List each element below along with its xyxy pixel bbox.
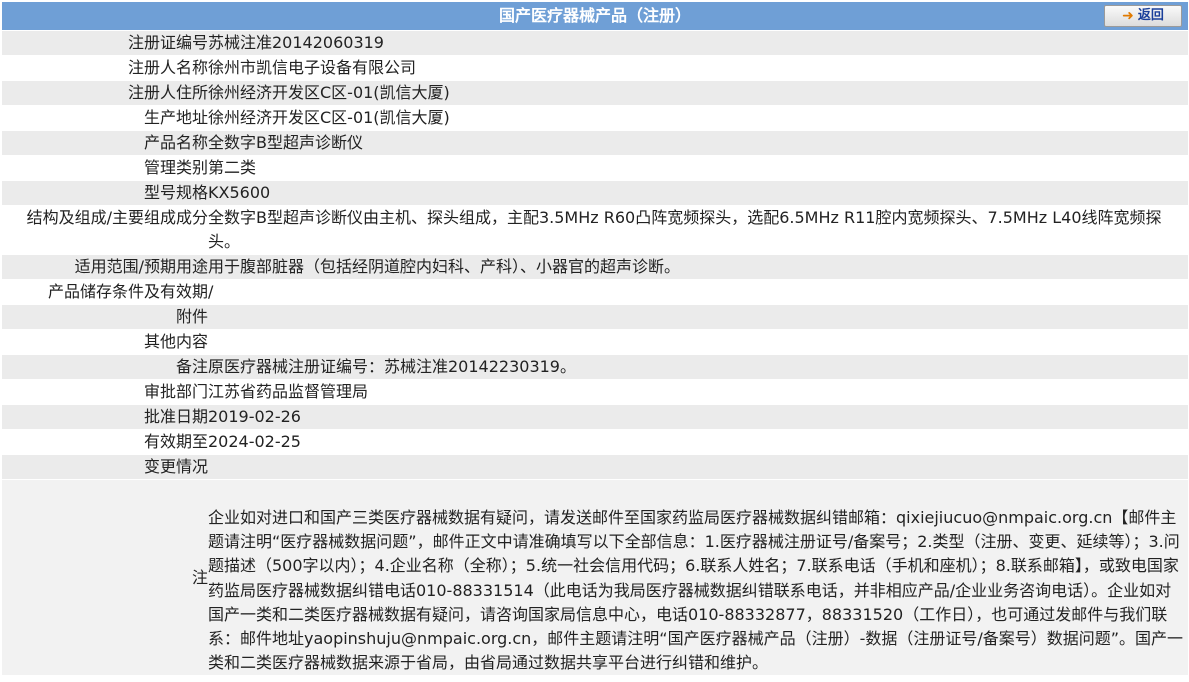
field-label: 产品名称 [2,130,208,156]
table-row: 有效期至 2024-02-25 [2,429,1188,455]
field-value: 2019-02-26 [208,404,1188,430]
field-value: 徐州经济开发区C区-01(凯信大厦) [208,105,1188,131]
field-label: 注册证编号 [2,31,208,56]
field-value: / [208,279,1188,305]
field-value: 全数字B型超声诊断仪由主机、探头组成，主配3.5MHz R60凸阵宽频探头，选配… [208,205,1188,255]
field-label: 型号规格 [2,180,208,206]
field-label: 附件 [2,304,208,330]
table-row: 其他内容 [2,329,1188,355]
back-button[interactable]: ➜ 返回 [1104,5,1182,27]
table-row: 产品名称 全数字B型超声诊断仪 [2,130,1188,156]
table-row: 管理类别 第二类 [2,155,1188,181]
field-value: 全数字B型超声诊断仪 [208,130,1188,156]
field-value: 2024-02-25 [208,429,1188,455]
field-label: 批准日期 [2,404,208,430]
table-row: 变更情况 [2,454,1188,480]
field-value [208,304,1188,330]
table-row: 注册人名称 徐州市凯信电子设备有限公司 [2,55,1188,81]
table-row: 产品储存条件及有效期 / [2,279,1188,305]
note-text: 企业如对进口和国产三类医疗器械数据有疑问，请发送邮件至国家药监局医疗器械数据纠错… [208,508,1184,673]
field-label: 产品储存条件及有效期 [2,279,208,305]
field-value [208,329,1188,355]
field-label: 管理类别 [2,155,208,181]
table-row: 备注 原医疗器械注册证编号：苏械注准20142230319。 [2,354,1188,380]
table-row: 注册证编号 苏械注准20142060319 [2,31,1188,56]
field-label: 适用范围/预期用途 [2,254,208,280]
field-value [208,454,1188,480]
table-row: 结构及组成/主要组成成分 全数字B型超声诊断仪由主机、探头组成，主配3.5MHz … [2,205,1188,255]
page-header: 国产医疗器械产品（注册） ➜ 返回 [2,2,1188,30]
field-label: 生产地址 [2,105,208,131]
field-label: 其他内容 [2,329,208,355]
detail-table: 注册证编号 苏械注准20142060319 注册人名称 徐州市凯信电子设备有限公司 注册… [2,31,1188,677]
table-row: 适用范围/预期用途 用于腹部脏器（包括经阴道腔内妇科、产科）、小器官的超声诊断。 [2,254,1188,280]
field-value: 苏械注准20142060319 [208,31,1188,56]
field-label: 备注 [2,354,208,380]
field-label: 注册人名称 [2,55,208,81]
field-label: 变更情况 [2,454,208,480]
field-label: 结构及组成/主要组成成分 [2,205,208,255]
table-row: 附件 [2,304,1188,330]
table-row: 生产地址 徐州经济开发区C区-01(凯信大厦) [2,105,1188,131]
field-value: 江苏省药品监督管理局 [208,379,1188,405]
note-label: 注 [2,479,208,677]
field-value: KX5600 [208,180,1188,206]
field-value: 原医疗器械注册证编号：苏械注准20142230319。 [208,354,1188,380]
arrow-right-icon: ➜ [1122,8,1134,24]
note-cell: 企业如对进口和国产三类医疗器械数据有疑问，请发送邮件至国家药监局医疗器械数据纠错… [208,479,1188,677]
field-label: 审批部门 [2,379,208,405]
table-row: 型号规格 KX5600 [2,180,1188,206]
note-row: 注企业如对进口和国产三类医疗器械数据有疑问，请发送邮件至国家药监局医疗器械数据纠… [2,479,1188,677]
field-value: 用于腹部脏器（包括经阴道腔内妇科、产科）、小器官的超声诊断。 [208,254,1188,280]
page-title: 国产医疗器械产品（注册） [498,6,691,25]
field-value: 徐州市凯信电子设备有限公司 [208,55,1188,81]
table-row: 注册人住所 徐州经济开发区C区-01(凯信大厦) [2,80,1188,106]
table-row: 审批部门 江苏省药品监督管理局 [2,379,1188,405]
field-label: 注册人住所 [2,80,208,106]
field-value: 第二类 [208,155,1188,181]
back-button-label: 返回 [1137,8,1164,23]
table-row: 批准日期 2019-02-26 [2,404,1188,430]
field-label: 有效期至 [2,429,208,455]
field-value: 徐州经济开发区C区-01(凯信大厦) [208,80,1188,106]
